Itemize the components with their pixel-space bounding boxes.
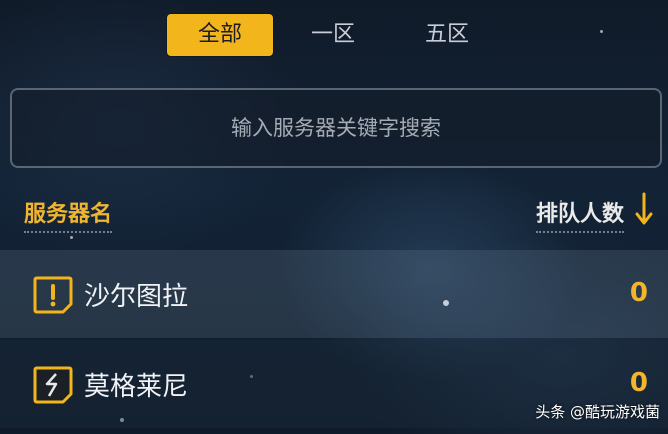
- column-header-server-name[interactable]: 服务器名: [24, 196, 113, 233]
- server-name: 莫格莱尼: [84, 372, 189, 402]
- search-input[interactable]: [12, 90, 660, 166]
- alert-bubble-icon: [33, 276, 73, 314]
- queue-count: 0: [629, 368, 648, 398]
- search-box: [10, 88, 662, 168]
- column-header-queue-count[interactable]: 排队人数: [535, 196, 624, 233]
- tab-region-one[interactable]: 一区: [290, 14, 376, 56]
- sort-down-arrow-icon[interactable]: [634, 192, 654, 226]
- region-tabs: 全部 一区 五区: [0, 14, 668, 58]
- split-bubble-icon: [33, 366, 73, 404]
- tab-all[interactable]: 全部: [167, 14, 273, 56]
- server-name: 沙尔图拉: [84, 282, 189, 312]
- server-row[interactable]: 沙尔图拉 0: [0, 250, 668, 338]
- star-decoration: [70, 236, 73, 239]
- watermark: 头条 @酷玩游戏菌: [535, 403, 660, 421]
- queue-count: 0: [629, 278, 648, 308]
- tab-region-five[interactable]: 五区: [404, 14, 490, 56]
